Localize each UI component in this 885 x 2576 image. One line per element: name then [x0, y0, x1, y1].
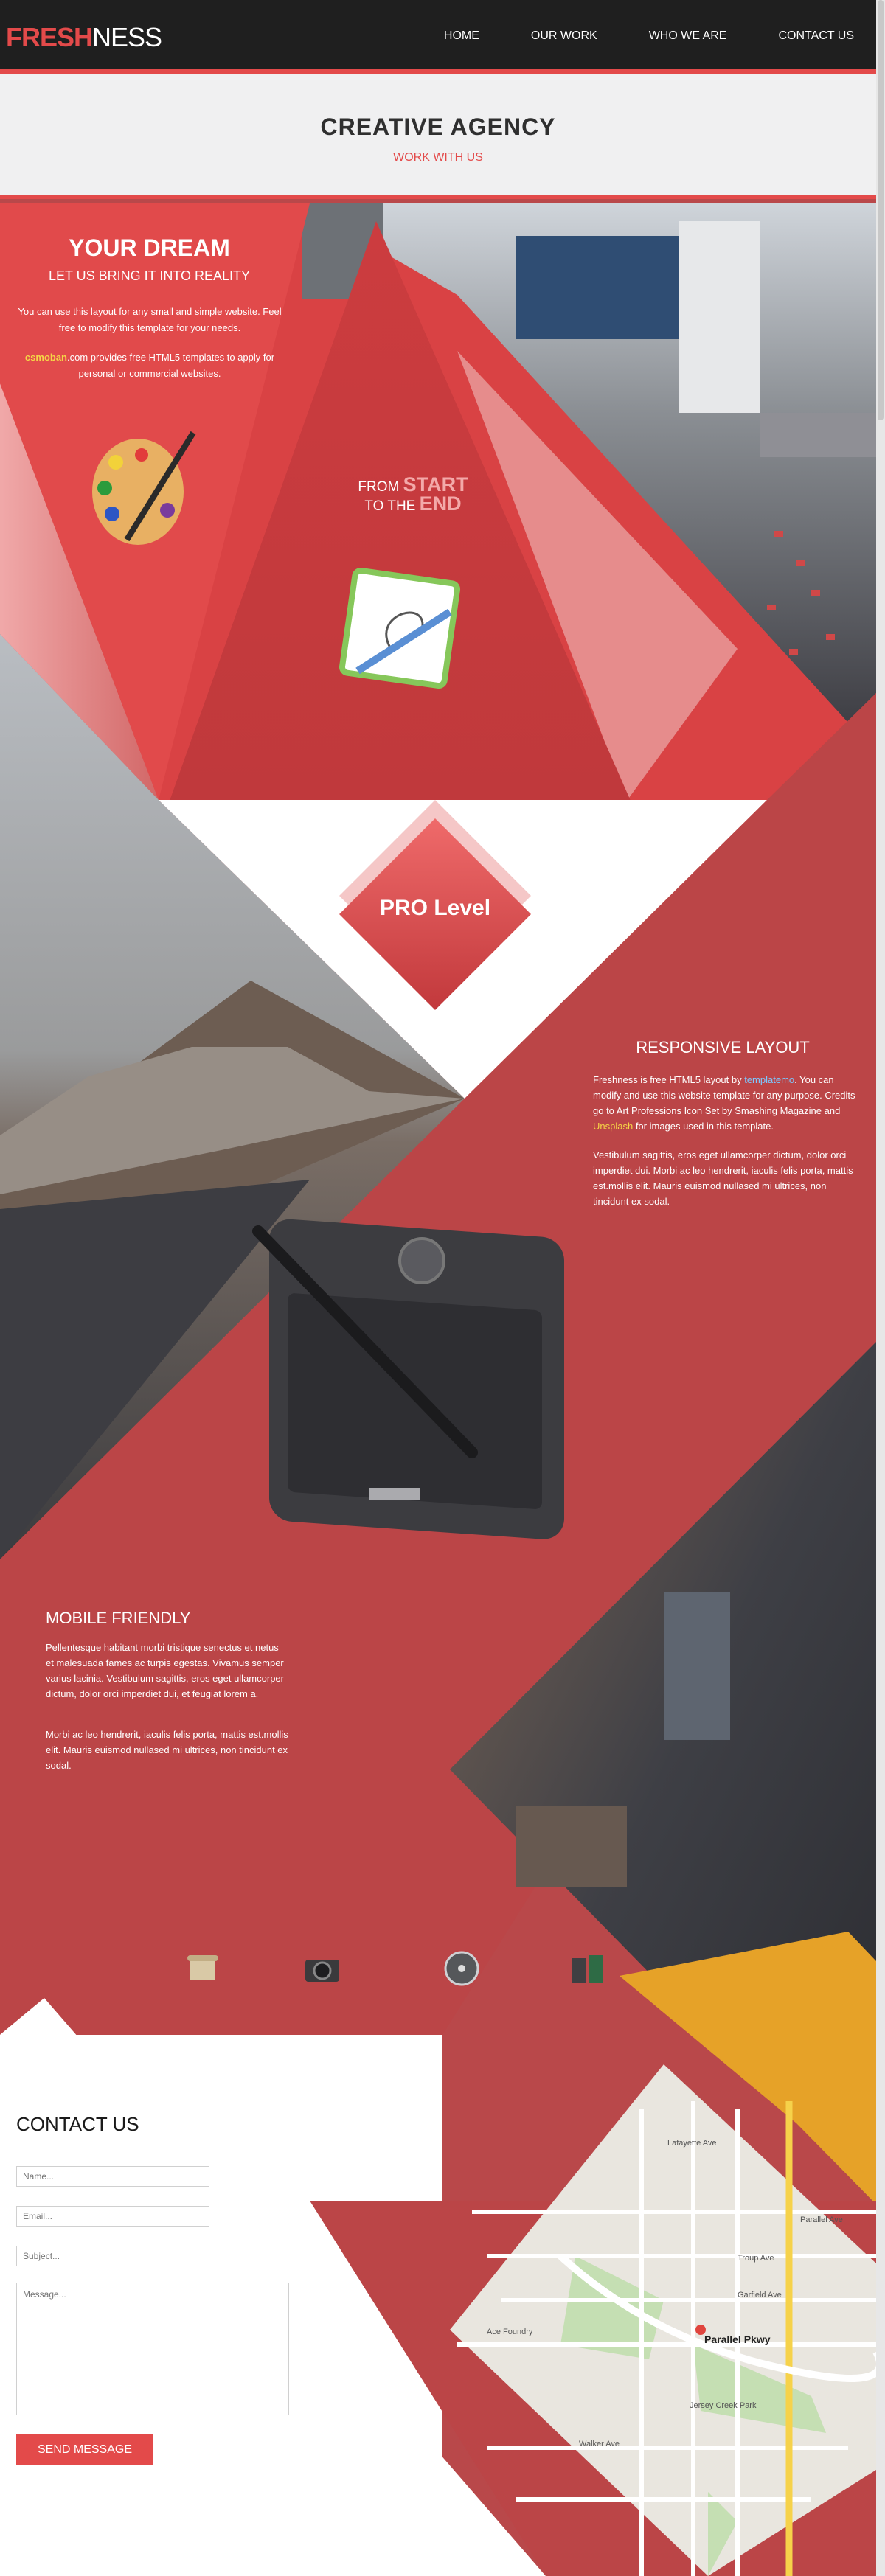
from-start-heading: FROM START TO THE END	[295, 475, 531, 515]
responsive-paragraph-2: Vestibulum sagittis, eros eget ullamcorp…	[593, 1149, 853, 1207]
nav-link-contact-us[interactable]: CONTACT US	[778, 29, 854, 43]
nav-links: HOME OUR WORK WHO WE ARE CONTACT US	[444, 29, 854, 43]
hero-banner: CREATIVE AGENCY WORK WITH US	[0, 74, 876, 199]
scrollbar-thumb[interactable]	[878, 0, 884, 420]
nav-link-who-we-are[interactable]: WHO WE ARE	[649, 29, 727, 43]
map-pin-icon[interactable]	[695, 2325, 706, 2335]
email-input[interactable]	[16, 2206, 209, 2227]
contact-title: CONTACT US	[16, 2113, 139, 2135]
dream-credit-text: .com provides free HTML5 templates to ap…	[67, 352, 275, 379]
nav-link-our-work[interactable]: OUR WORK	[531, 29, 597, 43]
dream-subtitle: LET US BRING IT INTO REALITY	[48, 268, 251, 283]
dream-title: YOUR DREAM	[69, 234, 230, 261]
subject-input[interactable]	[16, 2246, 209, 2266]
responsive-title: RESPONSIVE LAYOUT	[636, 1038, 810, 1056]
palette-icon	[92, 431, 196, 545]
map-park-jersey: Jersey Creek Park	[690, 2401, 757, 2410]
hero-title: CREATIVE AGENCY	[320, 114, 556, 140]
name-input[interactable]	[16, 2166, 209, 2187]
dream-credit: csmoban.com provides free HTML5 template…	[13, 349, 286, 382]
dream-description: You can use this layout for any small an…	[18, 306, 282, 333]
to-end-big: END	[419, 492, 462, 515]
pro-level-label: PRO Level	[379, 896, 491, 920]
responsive-paragraph-1: Freshness is free HTML5 layout by templa…	[593, 1072, 858, 1134]
unsplash-link[interactable]: Unsplash	[593, 1121, 633, 1132]
drawing-tablet-icon	[252, 1219, 564, 1539]
top-navbar: FRESHNESS HOME OUR WORK WHO WE ARE CONTA…	[0, 0, 876, 74]
hero-subtitle: WORK WITH US	[393, 151, 483, 164]
scroll-icon	[187, 1955, 218, 1980]
logo-white-part: NESS	[92, 22, 162, 52]
to-end-prefix: TO THE	[364, 498, 420, 514]
icons-row	[184, 1948, 612, 1992]
map-street-walker: Walker Ave	[579, 2440, 620, 2448]
pen-tool-icon	[339, 568, 461, 689]
mobile-paragraph-1: Pellentesque habitant morbi tristique se…	[46, 1642, 284, 1699]
send-message-button[interactable]: SEND MESSAGE	[16, 2434, 153, 2465]
mobile-title: MOBILE FRIENDLY	[46, 1609, 191, 1627]
templatemo-link[interactable]: templatemo	[744, 1074, 794, 1085]
map-street-parallel: Parallel Ave	[800, 2215, 843, 2224]
map-street-lafayette: Lafayette Ave	[667, 2139, 716, 2148]
mobile-paragraph-2: Morbi ac leo hendrerit, iaculis felis po…	[46, 1729, 288, 1771]
site-logo[interactable]: FRESHNESS	[6, 22, 162, 53]
camera-icon	[305, 1960, 339, 1982]
nav-link-home[interactable]: HOME	[444, 29, 479, 43]
message-textarea[interactable]	[16, 2283, 289, 2415]
responsive-p1-c: for images used in this template.	[633, 1121, 774, 1132]
map-marker-label: Parallel Pkwy	[704, 2333, 771, 2345]
map-street-garfield: Garfield Ave	[738, 2291, 782, 2300]
film-canister-icon	[572, 1955, 603, 1983]
responsive-p1-a: Freshness is free HTML5 layout by	[593, 1074, 745, 1085]
page-scrollbar[interactable]	[876, 0, 885, 2576]
logo-red-part: FRESH	[6, 22, 93, 52]
film-reel-icon	[444, 1951, 479, 1986]
csmoban-link[interactable]: csmoban	[25, 352, 67, 363]
from-start-prefix: FROM	[358, 479, 403, 495]
map-place-ace: Ace Foundry	[487, 2328, 533, 2336]
map-street-troup: Troup Ave	[738, 2254, 774, 2263]
